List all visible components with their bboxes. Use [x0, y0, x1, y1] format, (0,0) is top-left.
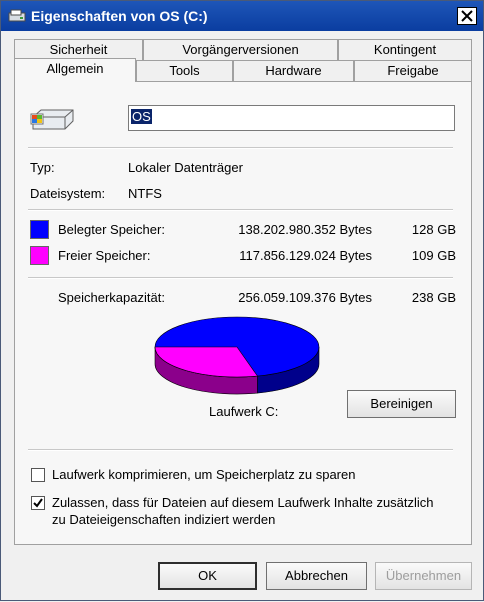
cleanup-button[interactable]: Bereinigen	[347, 390, 456, 418]
hard-drive-icon	[29, 107, 75, 136]
ok-button-label: OK	[198, 568, 217, 583]
drive-caption: Laufwerk C:	[209, 404, 279, 419]
disk-usage-pie	[154, 316, 320, 395]
type-label: Typ:	[30, 160, 55, 175]
filesystem-label: Dateisystem:	[30, 186, 106, 201]
index-label-line2: zu Dateieigenschaften indiziert werden	[52, 512, 276, 527]
filesystem-value: NTFS	[128, 186, 162, 201]
apply-button[interactable]: Übernehmen	[375, 562, 472, 590]
used-space-label: Belegter Speicher:	[58, 222, 165, 237]
checkmark-icon	[33, 498, 43, 508]
capacity-label: Speicherkapazität:	[58, 290, 165, 305]
capacity-gb: 238 GB	[411, 290, 456, 305]
divider	[28, 147, 453, 149]
apply-button-label: Übernehmen	[385, 568, 462, 583]
compress-label: Laufwerk komprimieren, um Speicherplatz …	[52, 467, 356, 482]
cancel-button-label: Abbrechen	[285, 568, 348, 583]
free-space-gb: 109 GB	[411, 248, 456, 263]
free-space-bytes: 117.856.129.024 Bytes	[239, 248, 372, 263]
cancel-button[interactable]: Abbrechen	[266, 562, 367, 590]
drive-name-input[interactable]: OS	[128, 105, 455, 131]
used-space-bytes: 138.202.980.352 Bytes	[238, 222, 372, 237]
divider	[28, 277, 453, 279]
index-label-line1: Zulassen, dass für Dateien auf diesem La…	[52, 495, 434, 510]
drive-name-text: OS	[131, 109, 152, 124]
cleanup-button-label: Bereinigen	[370, 396, 433, 411]
divider	[28, 449, 453, 451]
compress-checkbox[interactable]	[31, 468, 45, 482]
ok-button[interactable]: OK	[158, 562, 257, 590]
free-color-swatch	[30, 246, 49, 265]
properties-window: Eigenschaften von OS (C:) Sicherheit Vor…	[0, 0, 484, 601]
divider	[28, 209, 453, 211]
type-value: Lokaler Datenträger	[128, 160, 243, 175]
used-color-swatch	[30, 220, 49, 239]
used-space-gb: 128 GB	[411, 222, 456, 237]
capacity-bytes: 256.059.109.376 Bytes	[238, 290, 372, 305]
free-space-label: Freier Speicher:	[58, 248, 151, 263]
index-checkbox[interactable]	[31, 496, 45, 510]
